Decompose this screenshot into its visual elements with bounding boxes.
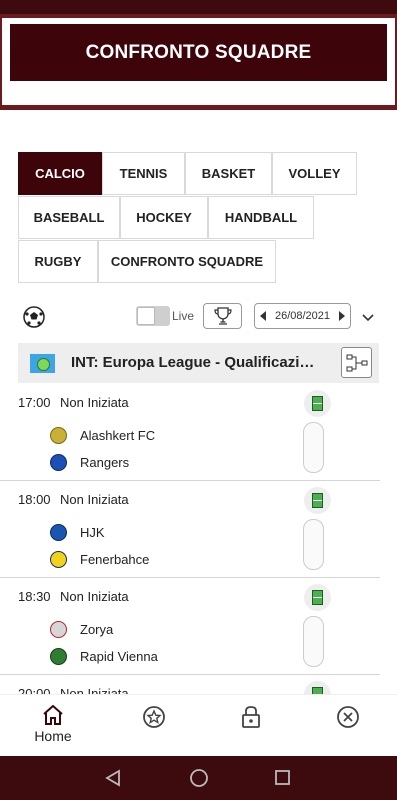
tab-rugby[interactable]: RUGBY (18, 240, 98, 283)
chevron-down-icon[interactable] (361, 310, 375, 328)
team-logo-icon (50, 454, 67, 471)
tab-basket[interactable]: BASKET (185, 152, 272, 195)
team-logo-icon (50, 427, 67, 444)
away-team: Rangers (50, 454, 129, 471)
score-box (303, 519, 324, 570)
team-name: Fenerbahce (80, 552, 150, 567)
tab-hockey[interactable]: HOCKEY (120, 196, 208, 239)
status-bar (0, 0, 397, 14)
team-logo-icon (50, 551, 67, 568)
away-team: Fenerbahce (50, 551, 149, 568)
trophy-icon (213, 307, 232, 325)
team-name: Alashkert FC (80, 428, 156, 443)
tab-calcio[interactable]: CALCIO (18, 152, 102, 195)
bottom-nav: Home (0, 694, 397, 756)
header-panel: CONFRONTO SQUADRE (2, 18, 395, 105)
home-circle-icon[interactable] (189, 768, 209, 788)
match-status: Non Iniziata (60, 589, 129, 604)
league-title: INT: Europa League - Qualificazi… (71, 354, 315, 371)
close-icon (337, 706, 359, 728)
league-header[interactable]: INT: Europa League - Qualificazi… (18, 343, 379, 383)
recents-icon[interactable] (274, 769, 291, 786)
team-logo-icon (50, 621, 67, 638)
trophy-button[interactable] (203, 303, 242, 329)
nav-close[interactable] (313, 695, 383, 757)
nav-lock[interactable] (216, 695, 286, 757)
home-team: HJK (50, 524, 105, 541)
away-team: Rapid Vienna (50, 648, 158, 665)
team-name: HJK (80, 525, 105, 540)
home-icon (43, 705, 63, 725)
live-toggle[interactable] (136, 306, 170, 326)
team-logo-icon (50, 648, 67, 665)
team-name: Rapid Vienna (80, 649, 158, 664)
match-row[interactable]: 18:00 Non Iniziata HJK Fenerbahce (0, 481, 380, 578)
match-time: 17:00 (18, 395, 51, 410)
match-status: Non Iniziata (60, 492, 129, 507)
previous-day-icon[interactable] (260, 311, 266, 321)
tab-confronto-squadre[interactable]: CONFRONTO SQUADRE (98, 240, 276, 283)
lock-icon (242, 706, 260, 728)
score-box (303, 422, 324, 473)
toggle-knob (137, 307, 155, 325)
international-flag-icon (30, 354, 55, 373)
match-time: 18:30 (18, 589, 51, 604)
live-label: Live (172, 309, 195, 323)
bracket-icon (346, 354, 367, 371)
match-row[interactable]: 18:30 Non Iniziata Zorya Rapid Vienna (0, 578, 380, 675)
tab-tennis[interactable]: TENNIS (102, 152, 185, 195)
page-title: CONFRONTO SQUADRE (10, 24, 387, 81)
team-name: Zorya (80, 622, 114, 637)
nav-home-label: Home (34, 728, 72, 744)
soccer-ball-icon[interactable] (23, 306, 45, 333)
team-logo-icon (50, 524, 67, 541)
tab-volley[interactable]: VOLLEY (272, 152, 357, 195)
system-nav-bar (0, 756, 397, 800)
match-row[interactable]: 17:00 Non Iniziata Alashkert FC Rangers (0, 384, 380, 481)
date-label: 26/08/2021 (274, 310, 331, 322)
back-icon[interactable] (105, 769, 121, 787)
team-name: Rangers (80, 455, 130, 470)
home-team: Zorya (50, 621, 113, 638)
tab-handball[interactable]: HANDBALL (208, 196, 314, 239)
app-header: CONFRONTO SQUADRE (0, 14, 397, 110)
tab-baseball[interactable]: BASEBALL (18, 196, 120, 239)
pitch-icon[interactable] (304, 584, 331, 611)
match-time: 18:00 (18, 492, 51, 507)
bracket-button[interactable] (341, 347, 372, 378)
nav-favorites[interactable] (119, 695, 189, 757)
home-team: Alashkert FC (50, 427, 155, 444)
score-box (303, 616, 324, 667)
star-icon (143, 706, 165, 728)
nav-home[interactable]: Home (18, 695, 88, 757)
date-picker[interactable]: 26/08/2021 (254, 303, 351, 329)
next-day-icon[interactable] (339, 311, 345, 321)
pitch-icon[interactable] (304, 487, 331, 514)
match-status: Non Iniziata (60, 395, 129, 410)
pitch-icon[interactable] (304, 390, 331, 417)
